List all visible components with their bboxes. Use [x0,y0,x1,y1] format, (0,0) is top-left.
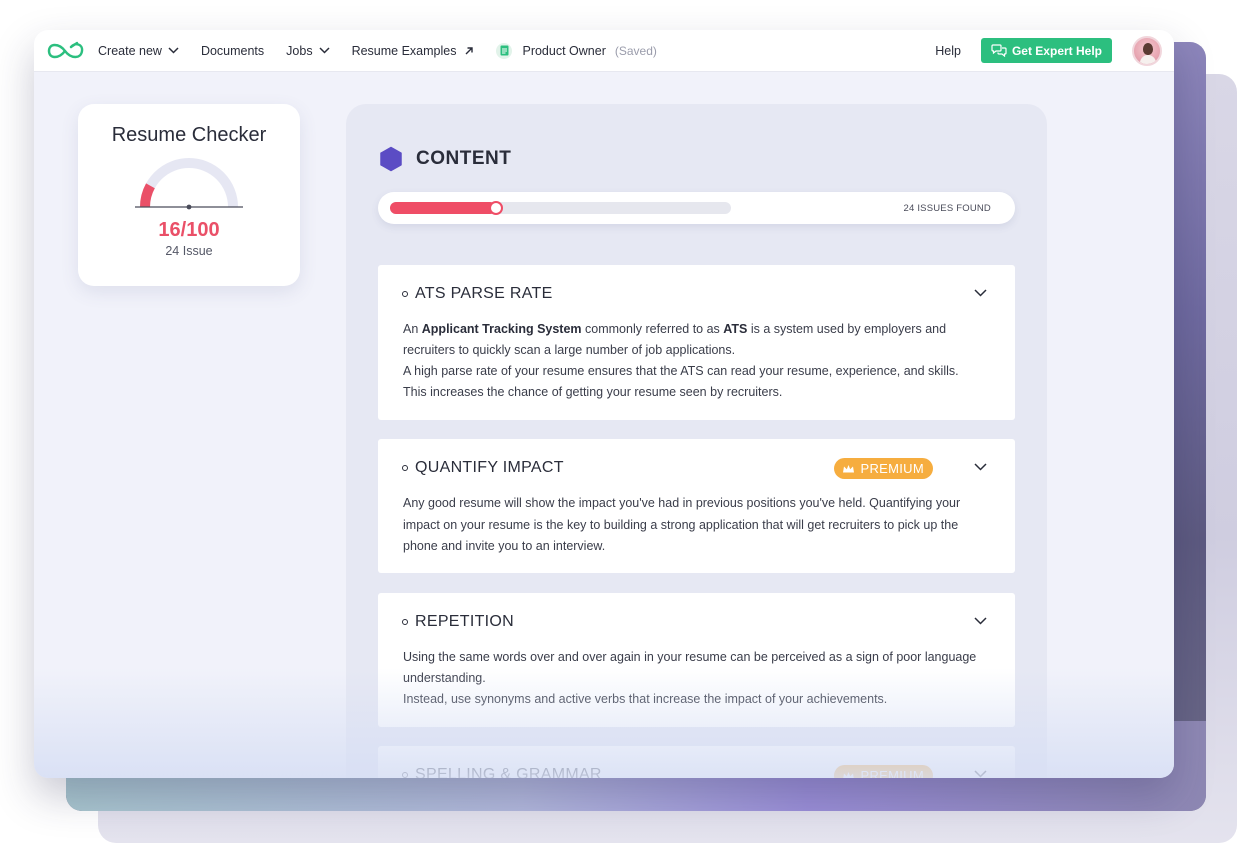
issue-count: 24 Issue [165,244,213,258]
nav-documents[interactable]: Documents [201,44,264,58]
chevron-down-icon[interactable] [974,617,987,625]
resume-score: 16/100 [158,219,220,241]
app-window: Create new Documents Jobs Resume Example… [34,30,1174,778]
section-ats-parse-rate[interactable]: ATS PARSE RATE An Applicant Tracking Sys… [378,265,1015,420]
chevron-down-icon [168,47,179,54]
nav-resume-examples[interactable]: Resume Examples [352,44,475,58]
section-body: An Applicant Tracking System commonly re… [403,319,985,403]
nav-create-new-label: Create new [98,43,162,58]
premium-label: PREMIUM [860,768,924,778]
get-expert-help-label: Get Expert Help [1011,43,1102,58]
bullet-icon [402,465,408,471]
section-paragraph: Any good resume will show the impact you… [403,496,961,553]
premium-badge: PREMIUM [833,458,933,479]
bullet-icon [402,772,408,778]
section-title: SPELLING & GRAMMAR [415,766,602,778]
user-avatar[interactable] [1132,35,1162,66]
issues-progress-bar: 24 ISSUES FOUND [378,192,1015,224]
section-spelling-grammar[interactable]: SPELLING & GRAMMAR PREMIUM [378,746,1015,778]
progress-knob [489,201,503,215]
text-span: An [403,322,422,336]
content-title: CONTENT [416,148,512,169]
section-paragraph: A high parse rate of your resume ensures… [403,364,959,399]
chevron-down-icon [319,47,330,54]
chevron-down-icon[interactable] [974,463,987,471]
score-gauge [135,158,243,210]
score-gauge-fill [140,183,155,208]
chevron-down-icon[interactable] [974,770,987,778]
section-header: QUANTIFY IMPACT [402,459,564,477]
section-title: QUANTIFY IMPACT [415,459,564,476]
chat-bubbles-icon [991,44,1007,57]
section-header: ATS PARSE RATE [402,285,553,303]
saved-status: (Saved) [614,43,657,58]
document-icon [496,42,513,59]
text-span: commonly referred to as [581,322,724,336]
section-header: SPELLING & GRAMMAR [402,766,602,778]
section-title: REPETITION [415,613,515,630]
gauge-needle-pivot [186,204,192,210]
section-paragraph: An Applicant Tracking System commonly re… [403,319,985,361]
get-expert-help-button[interactable]: Get Expert Help [980,38,1112,63]
section-body: Using the same words over and over again… [403,647,985,710]
progress-track [390,201,731,215]
external-link-icon [465,46,474,54]
crown-icon [842,464,854,472]
bullet-icon [402,619,408,625]
nav-create-new[interactable]: Create new [98,44,179,58]
bold-term: ATS [723,322,748,336]
section-paragraph: Using the same words over and over again… [403,650,977,685]
resume-checker-title: Resume Checker [111,124,267,146]
section-quantify-impact[interactable]: QUANTIFY IMPACT PREMIUM Any good resume … [378,439,1015,573]
section-title: ATS PARSE RATE [415,285,553,302]
section-body: Any good resume will show the impact you… [403,493,985,558]
help-link[interactable]: Help [935,44,961,58]
content-panel: CONTENT 24 ISSUES FOUND ATS PARSE RATE A… [346,104,1047,778]
content-header: CONTENT [378,146,511,172]
crown-icon [842,771,854,778]
section-header: REPETITION [402,613,514,631]
section-paragraph: Instead, use synonyms and active verbs t… [403,692,888,706]
current-document[interactable]: Product Owner (Saved) [496,42,657,59]
premium-label: PREMIUM [860,461,924,476]
bold-term: Applicant Tracking System [421,322,582,336]
top-navbar: Create new Documents Jobs Resume Example… [34,30,1174,72]
bullet-icon [402,291,408,297]
document-name: Product Owner [522,43,606,58]
chevron-down-icon[interactable] [974,289,987,297]
issues-found-label: 24 ISSUES FOUND [903,203,991,214]
progress-fill [390,202,496,214]
premium-badge: PREMIUM [833,765,933,778]
nav-jobs-label: Jobs [286,43,313,58]
resume-checker-card: Resume Checker 16/100 24 Issue [78,104,300,286]
hexagon-icon [380,146,402,172]
logo-icon[interactable] [46,39,86,63]
section-repetition[interactable]: REPETITION Using the same words over and… [378,593,1015,727]
nav-jobs[interactable]: Jobs [286,43,330,58]
nav-documents-label: Documents [200,43,265,58]
nav-resume-examples-label: Resume Examples [351,43,457,58]
